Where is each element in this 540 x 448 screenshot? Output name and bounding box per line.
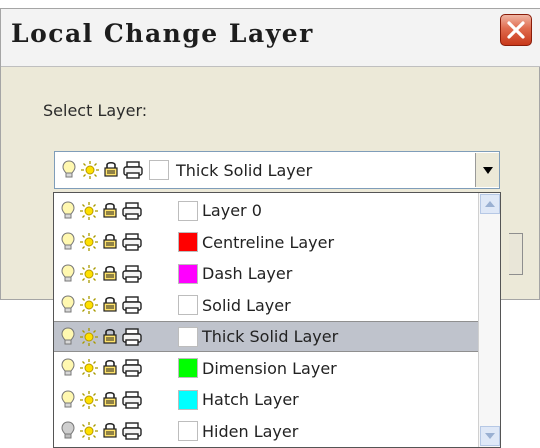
layer-list-label: Dash Layer	[202, 264, 293, 283]
page: Local Change Layer Select Layer: Thick S…	[0, 0, 540, 448]
layer-color-swatch	[178, 263, 198, 284]
sun-icon	[80, 327, 98, 346]
selected-layer-value: Thick Solid Layer	[61, 158, 312, 182]
printer-icon	[122, 201, 142, 220]
bulb-icon	[61, 295, 75, 313]
selected-layer-text: Thick Solid Layer	[176, 160, 313, 180]
scroll-down-icon	[485, 433, 495, 439]
sun-icon	[81, 161, 99, 179]
layer-list-item[interactable]: Hatch Layer	[54, 384, 478, 415]
printer-icon	[122, 233, 142, 251]
bulb-icon	[61, 358, 75, 376]
scroll-up-icon	[485, 201, 495, 207]
layer-combobox[interactable]: Thick Solid Layer	[54, 151, 500, 189]
bulb-icon	[61, 200, 75, 218]
layer-state-icons	[54, 321, 176, 352]
sun-icon	[80, 264, 98, 283]
layer-color-swatch	[178, 421, 198, 441]
scroll-down-button[interactable]	[480, 426, 500, 446]
layer-color-swatch	[178, 295, 198, 315]
lock-icon	[103, 265, 117, 281]
layer-list-item[interactable]: Thick Solid Layer	[54, 321, 478, 352]
layer-list-item[interactable]: Dash Layer	[54, 258, 478, 289]
bulb-icon	[61, 232, 75, 250]
layer-list-label: Dimension Layer	[202, 358, 337, 378]
printer-icon	[122, 296, 142, 314]
layer-color-swatch	[178, 326, 198, 347]
layer-list-label: Hatch Layer	[202, 390, 299, 409]
scroll-up-button[interactable]	[480, 194, 500, 214]
layer-color-swatch	[178, 232, 198, 252]
close-icon	[507, 21, 525, 39]
layer-list-item[interactable]: Dimension Layer	[54, 353, 478, 384]
sun-icon	[80, 359, 98, 377]
layer-state-icons	[54, 227, 176, 258]
layer-state-icons	[54, 353, 176, 384]
sun-icon	[80, 201, 98, 220]
printer-icon	[122, 390, 142, 409]
window-title: Local Change Layer	[11, 19, 314, 48]
bulb-icon	[61, 326, 75, 344]
layer-list-item[interactable]: Centreline Layer	[54, 227, 478, 258]
sun-icon	[80, 296, 98, 314]
lock-icon	[103, 359, 117, 375]
layer-color-swatch	[178, 200, 198, 221]
layer-list-label: Solid Layer	[202, 295, 291, 315]
bulb-icon	[62, 160, 76, 178]
printer-icon	[123, 161, 143, 179]
layer-list-item[interactable]: Hiden Layer	[54, 416, 478, 447]
layer-state-icons	[54, 416, 176, 447]
bulb-icon	[61, 389, 75, 407]
layer-list-item[interactable]: Layer 0	[54, 195, 478, 226]
bulb-icon	[61, 263, 75, 281]
printer-icon	[122, 264, 142, 283]
layer-state-icons	[54, 384, 176, 415]
lock-icon	[104, 161, 118, 177]
sun-icon	[80, 422, 98, 440]
dropdown-scrollbar[interactable]	[478, 193, 500, 447]
sun-icon	[80, 233, 98, 251]
dialog-right-edge-control	[509, 233, 523, 275]
chevron-down-icon	[482, 166, 493, 174]
layer-list-label: Centreline Layer	[202, 232, 335, 252]
printer-icon	[122, 327, 142, 346]
lock-icon	[103, 202, 117, 218]
layer-state-icons	[54, 195, 176, 226]
close-button[interactable]	[500, 14, 532, 46]
layer-color-swatch	[178, 358, 198, 378]
printer-icon	[122, 359, 142, 377]
lock-icon	[103, 328, 117, 344]
select-layer-label: Select Layer:	[43, 101, 148, 120]
layer-list-item[interactable]: Solid Layer	[54, 290, 478, 321]
lock-icon	[103, 391, 117, 407]
printer-icon	[122, 422, 142, 440]
combo-dropdown-button[interactable]	[475, 153, 499, 187]
sun-icon	[80, 390, 98, 409]
bulb-icon-off	[61, 421, 75, 439]
layer-list-label: Thick Solid Layer	[202, 327, 339, 346]
layer-list-label: Layer 0	[202, 201, 262, 220]
layer-state-icons	[54, 258, 176, 289]
layer-state-icons	[54, 290, 176, 321]
selected-layer-swatch	[149, 160, 169, 180]
layer-list-label: Hiden Layer	[202, 421, 299, 441]
layer-color-swatch	[178, 389, 198, 410]
title-bar: Local Change Layer	[1, 9, 540, 67]
lock-icon	[103, 422, 117, 438]
layer-dropdown-list[interactable]: Layer 0 Centreline Layer Dash Layer Solid L…	[53, 192, 501, 448]
lock-icon	[103, 233, 117, 249]
lock-icon	[103, 296, 117, 312]
